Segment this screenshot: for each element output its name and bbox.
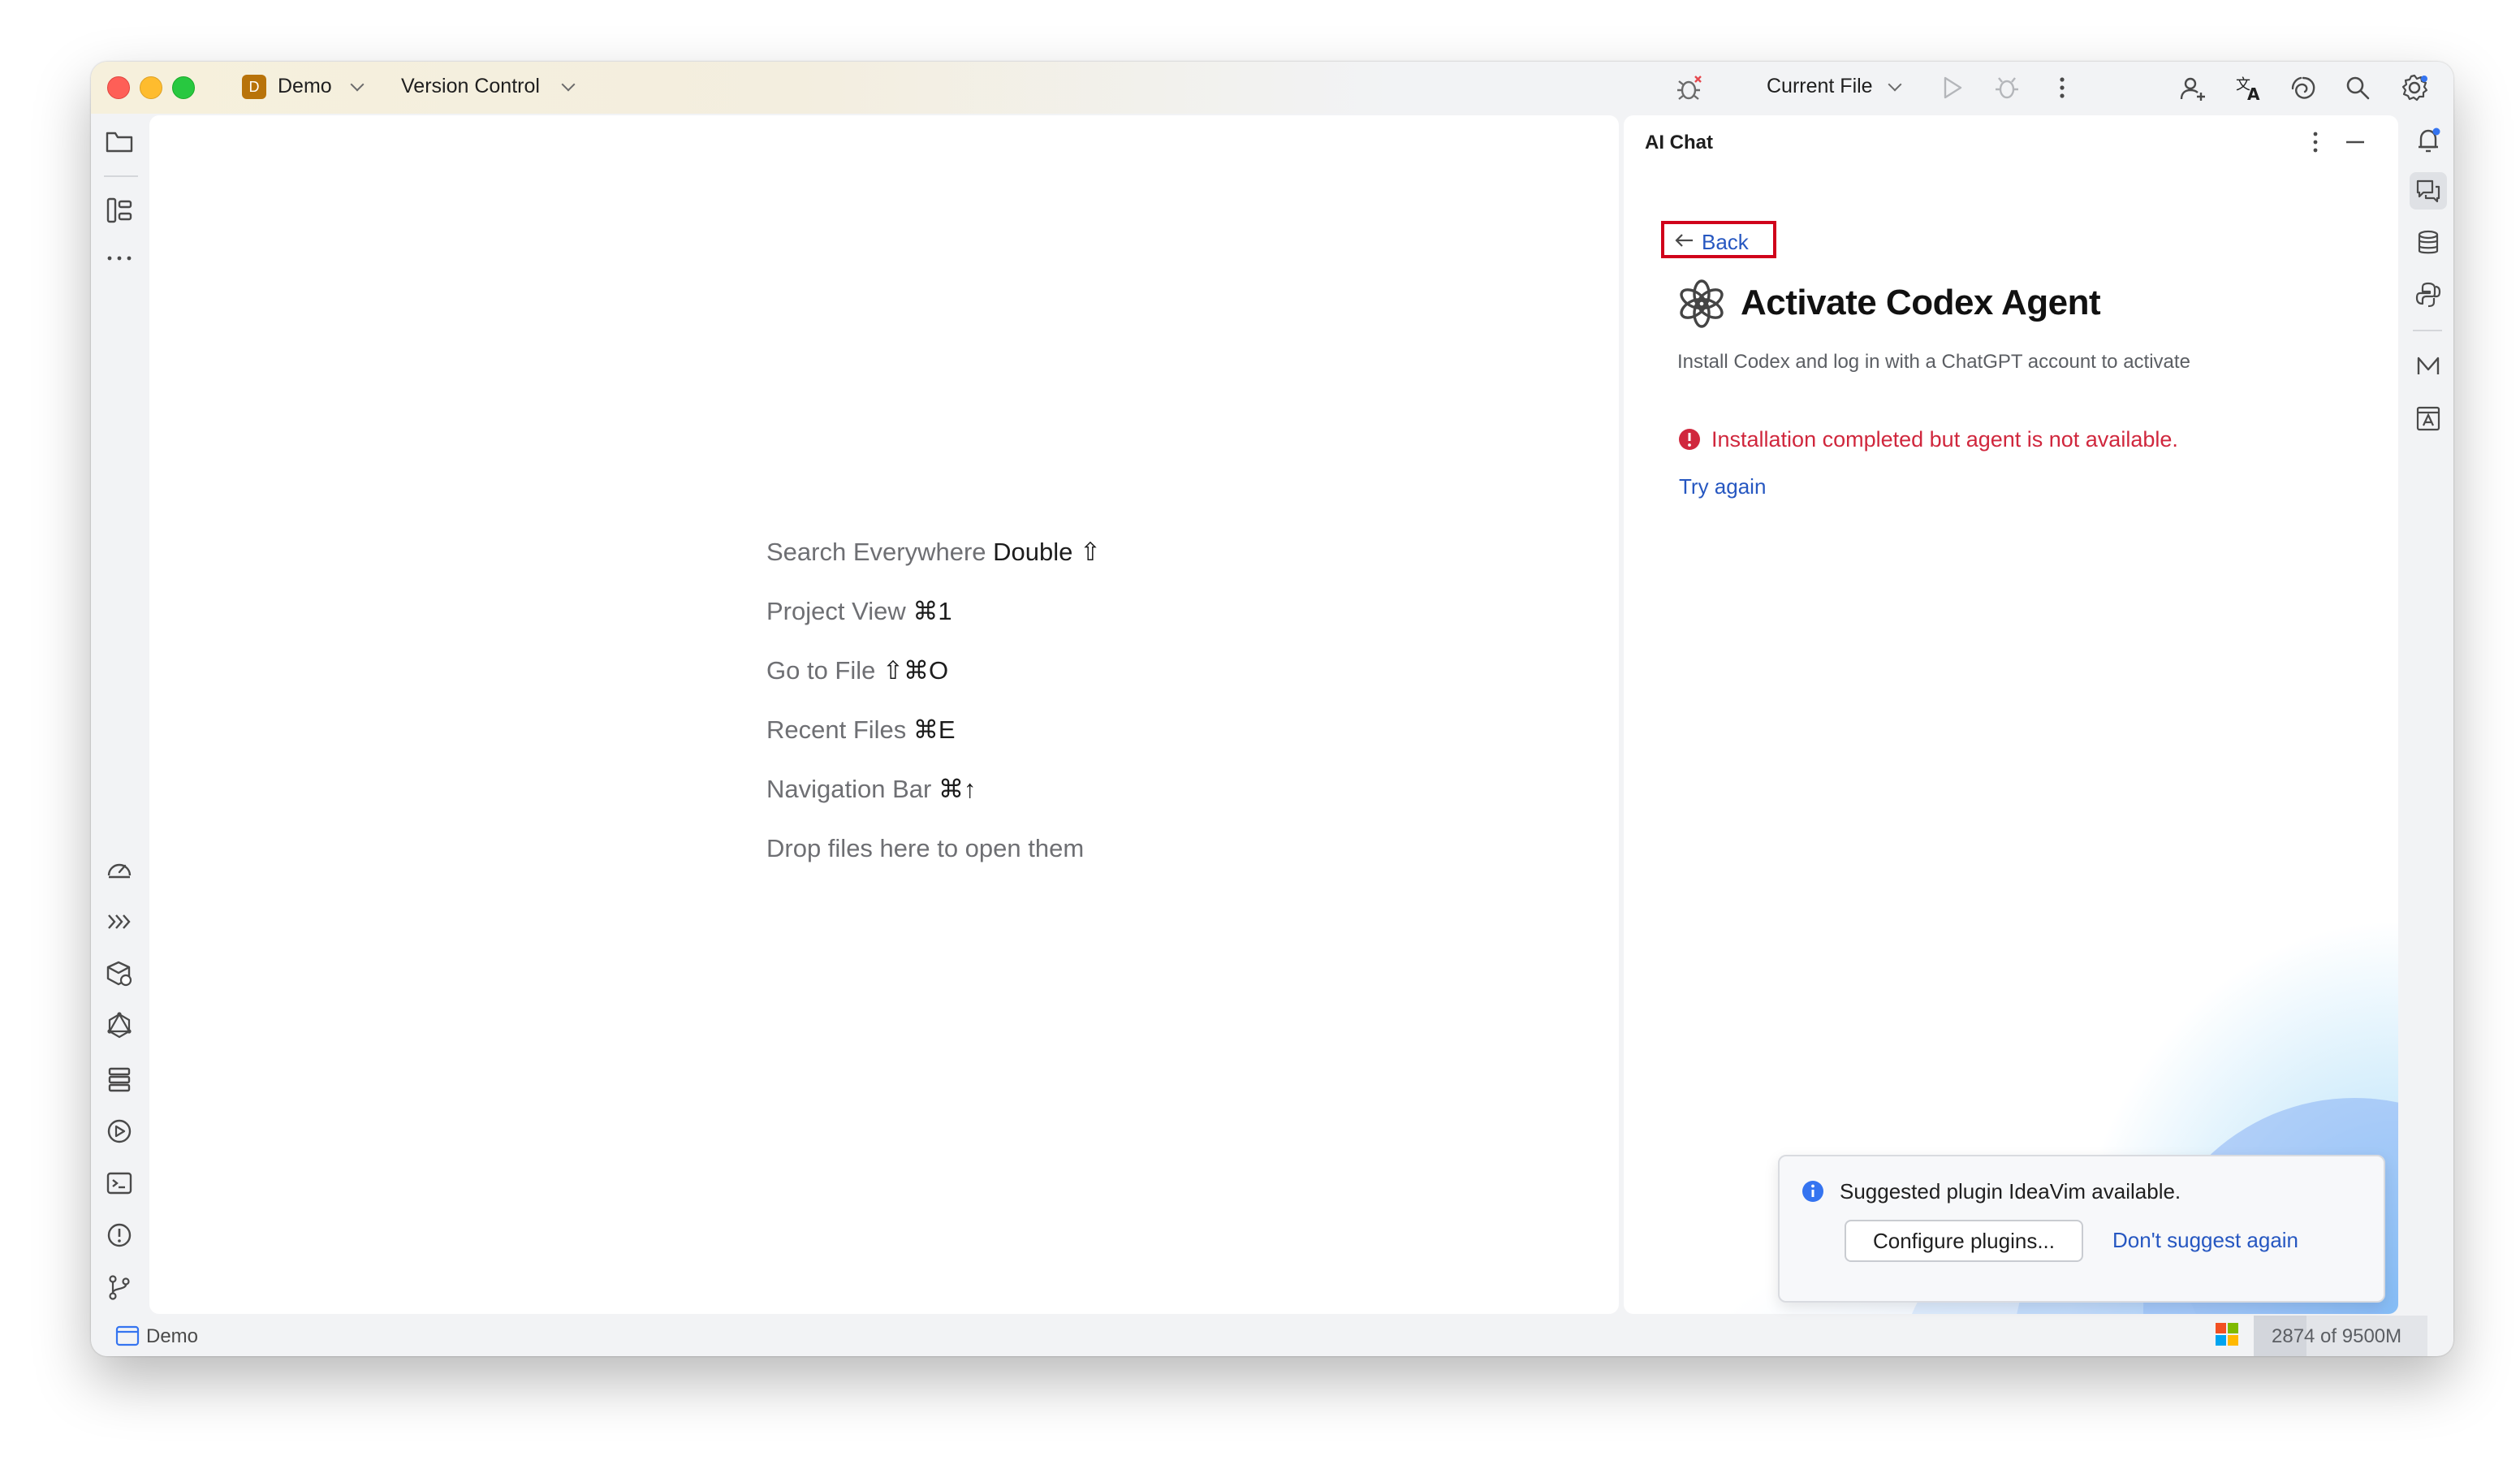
back-label: Back — [1702, 230, 1749, 254]
panel-title: AI Chat — [1645, 132, 1713, 153]
markdown-m-icon[interactable] — [2414, 352, 2442, 380]
debug-bug-icon[interactable] — [1676, 75, 1703, 102]
toolbar-divider — [104, 175, 138, 177]
font-preview-icon[interactable] — [2414, 404, 2442, 432]
run-circle-icon[interactable] — [106, 1117, 133, 1145]
profiler-gauge-icon[interactable] — [106, 856, 133, 884]
close-window-button[interactable] — [107, 76, 130, 99]
project-selector[interactable]: D Demo — [242, 73, 395, 102]
status-project-name[interactable]: Demo — [146, 1325, 198, 1348]
vcs-selector[interactable]: Version Control — [401, 73, 580, 102]
debug-icon[interactable] — [1994, 75, 2020, 101]
hint-search-everywhere: Search Everywhere Double ⇧ — [766, 538, 1101, 566]
error-alert-icon — [1677, 427, 1702, 452]
ai-spiral-icon[interactable] — [2289, 75, 2317, 102]
ai-chat-panel: AI Chat Back Activate Codex Agent Instal… — [1624, 115, 2398, 1314]
project-folder-icon[interactable] — [106, 130, 133, 154]
memory-indicator[interactable]: 2874 of 9500M — [2254, 1316, 2427, 1356]
hint-go-to-file: Go to File ⇧⌘O — [766, 656, 949, 685]
notifications-bell-icon[interactable] — [2414, 127, 2442, 154]
status-bar: Demo 2874 of 9500M — [91, 1316, 2453, 1356]
zoom-window-button[interactable] — [172, 76, 195, 99]
arrow-left-icon — [1675, 234, 1693, 247]
page-title: Activate Codex Agent — [1741, 283, 2101, 322]
hint-drop-files: Drop files here to open them — [766, 834, 1085, 862]
services-chevrons-icon[interactable] — [106, 908, 133, 936]
chevron-down-icon — [350, 77, 365, 92]
minimize-window-button[interactable] — [140, 76, 162, 99]
problems-alert-icon[interactable] — [106, 1221, 133, 1249]
plugin-suggestion-notification: Suggested plugin IdeaVim available. Conf… — [1778, 1155, 2385, 1303]
openai-logo-icon — [1676, 278, 1728, 330]
svg-text:A: A — [2247, 84, 2260, 102]
back-button[interactable]: Back — [1661, 221, 1776, 258]
hint-navigation-bar: Navigation Bar ⌘↑ — [766, 775, 977, 803]
dont-suggest-again-link[interactable]: Don't suggest again — [2112, 1228, 2298, 1253]
minimize-panel-icon[interactable] — [2343, 130, 2367, 154]
search-icon[interactable] — [2345, 75, 2371, 101]
error-message: Installation completed but agent is not … — [1711, 427, 2178, 452]
hint-project-view: Project View ⌘1 — [766, 597, 952, 625]
ai-chat-icon — [2416, 179, 2440, 203]
info-icon — [1801, 1179, 1825, 1204]
database-icon[interactable] — [2414, 229, 2442, 257]
try-again-link[interactable]: Try again — [1679, 474, 1766, 499]
hint-recent-files: Recent Files ⌘E — [766, 715, 956, 744]
toolbar-divider — [2413, 330, 2442, 331]
chevron-down-icon — [561, 77, 576, 92]
structure-icon[interactable] — [106, 197, 133, 224]
database-stack-icon[interactable] — [106, 1065, 133, 1093]
git-branch-icon[interactable] — [106, 1273, 133, 1301]
settings-gear-icon[interactable] — [2400, 73, 2429, 102]
editor-empty-area[interactable]: Search Everywhere Double ⇧ Project View … — [149, 115, 1619, 1314]
chevron-down-icon — [1888, 77, 1902, 92]
notification-message: Suggested plugin IdeaVim available. — [1840, 1179, 2181, 1204]
translate-icon[interactable]: 文A — [2234, 73, 2263, 102]
project-badge: D — [242, 75, 266, 99]
python-console-icon[interactable] — [2414, 281, 2442, 309]
plugins-cube-icon[interactable] — [106, 960, 133, 987]
more-horizontal-icon[interactable] — [106, 250, 133, 266]
project-window-icon — [115, 1325, 140, 1346]
more-vertical-icon[interactable] — [2049, 75, 2075, 101]
run-configuration-selector[interactable]: Current File — [1767, 73, 1909, 102]
subtitle: Install Codex and log in with a ChatGPT … — [1677, 351, 2190, 373]
run-config-label: Current File — [1767, 75, 1873, 97]
right-tool-strip — [2403, 115, 2452, 1314]
vcs-label: Version Control — [401, 75, 540, 97]
title-bar: D Demo Version Control Current File 文 A — [91, 62, 2453, 114]
project-name: Demo — [278, 75, 332, 97]
memory-label: 2874 of 9500M — [2272, 1325, 2402, 1347]
terminal-icon[interactable] — [106, 1169, 133, 1197]
run-icon[interactable] — [1939, 75, 1965, 101]
more-vertical-icon[interactable] — [2304, 130, 2327, 154]
add-user-icon[interactable] — [2179, 75, 2207, 102]
configure-plugins-button[interactable]: Configure plugins... — [1845, 1220, 2083, 1262]
windows-logo-icon[interactable] — [2215, 1322, 2239, 1346]
graphql-icon[interactable] — [106, 1012, 133, 1039]
ai-chat-tool-button[interactable] — [2410, 172, 2447, 210]
